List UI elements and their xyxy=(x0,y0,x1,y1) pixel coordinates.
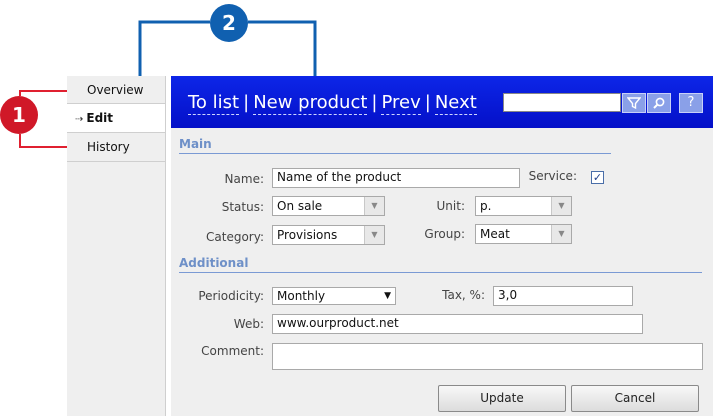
group-select-value: Meat xyxy=(480,227,510,241)
web-field[interactable]: www.ourproduct.net xyxy=(272,314,643,334)
callout-1-connector-bottom xyxy=(19,134,74,148)
service-checkbox[interactable]: ✓ xyxy=(591,171,604,184)
search-button[interactable] xyxy=(647,93,671,113)
nav-item-edit[interactable]: ⇢ Edit xyxy=(67,104,165,133)
cancel-button[interactable]: Cancel xyxy=(571,385,699,412)
category-select-value: Provisions xyxy=(277,228,338,242)
caret-down-icon: ▼ xyxy=(384,291,391,301)
unit-select-value: p. xyxy=(480,199,492,213)
group-select[interactable]: Meat ▼ xyxy=(475,224,572,244)
next-link[interactable]: Next xyxy=(434,92,477,115)
main-panel: To list | New product | Prev | Next ? Main Nam… xyxy=(171,76,713,416)
status-select-value: On sale xyxy=(277,199,323,213)
status-select[interactable]: On sale ▼ xyxy=(272,196,385,216)
callout-2-connector-right xyxy=(248,20,317,84)
comment-field[interactable] xyxy=(272,343,703,370)
update-button[interactable]: Update xyxy=(438,385,566,412)
new-product-link[interactable]: New product xyxy=(253,92,368,115)
service-label: Service: xyxy=(528,169,577,183)
chevron-down-icon[interactable]: ▼ xyxy=(364,226,384,244)
magnifier-icon xyxy=(653,97,665,109)
chevron-down-icon[interactable]: ▼ xyxy=(551,225,571,243)
tax-label: Tax, %: xyxy=(442,288,485,302)
toolbar: To list | New product | Prev | Next ? xyxy=(171,76,713,128)
toolbar-links: To list | New product | Prev | Next xyxy=(188,92,477,115)
callout-1-connector xyxy=(19,90,74,96)
status-label: Status: xyxy=(221,200,264,214)
prev-link[interactable]: Prev xyxy=(381,92,421,115)
unit-select[interactable]: p. ▼ xyxy=(475,196,572,216)
nav-item-history[interactable]: History xyxy=(67,133,165,162)
chevron-down-icon[interactable]: ▼ xyxy=(551,197,571,215)
periodicity-select[interactable]: Monthly ▼ xyxy=(272,287,396,305)
comment-label: Comment: xyxy=(201,344,264,358)
toolbar-search-input[interactable] xyxy=(503,93,621,112)
section-main-title: Main xyxy=(179,137,611,154)
periodicity-label: Periodicity: xyxy=(198,289,264,303)
name-label: Name: xyxy=(224,172,264,186)
unit-label: Unit: xyxy=(436,199,465,213)
help-button[interactable]: ? xyxy=(679,93,703,113)
nav-item-overview[interactable]: Overview xyxy=(67,76,165,104)
web-label: Web: xyxy=(233,317,264,331)
side-nav: Overview ⇢ Edit History xyxy=(67,76,166,416)
chevron-down-icon[interactable]: ▼ xyxy=(364,197,384,215)
nav-item-history-label: History xyxy=(87,140,130,154)
periodicity-select-value: Monthly xyxy=(277,289,326,303)
funnel-icon xyxy=(626,97,642,110)
tax-field[interactable]: 3,0 xyxy=(493,286,633,306)
to-list-link[interactable]: To list xyxy=(188,92,240,115)
section-additional-title: Additional xyxy=(179,256,702,273)
nav-item-edit-label: Edit xyxy=(86,111,114,125)
current-marker-icon: ⇢ xyxy=(75,114,84,125)
nav-item-overview-label: Overview xyxy=(87,83,144,97)
callout-badge-1: 1 xyxy=(0,96,38,134)
category-label: Category: xyxy=(206,230,264,244)
name-field[interactable]: Name of the product xyxy=(272,168,520,188)
group-label: Group: xyxy=(424,227,465,241)
filter-button[interactable] xyxy=(622,93,646,113)
callout-badge-2: 2 xyxy=(210,4,248,42)
link-separator: | xyxy=(371,92,378,113)
link-separator: | xyxy=(424,92,431,113)
category-select[interactable]: Provisions ▼ xyxy=(272,225,385,245)
link-separator: | xyxy=(243,92,250,113)
